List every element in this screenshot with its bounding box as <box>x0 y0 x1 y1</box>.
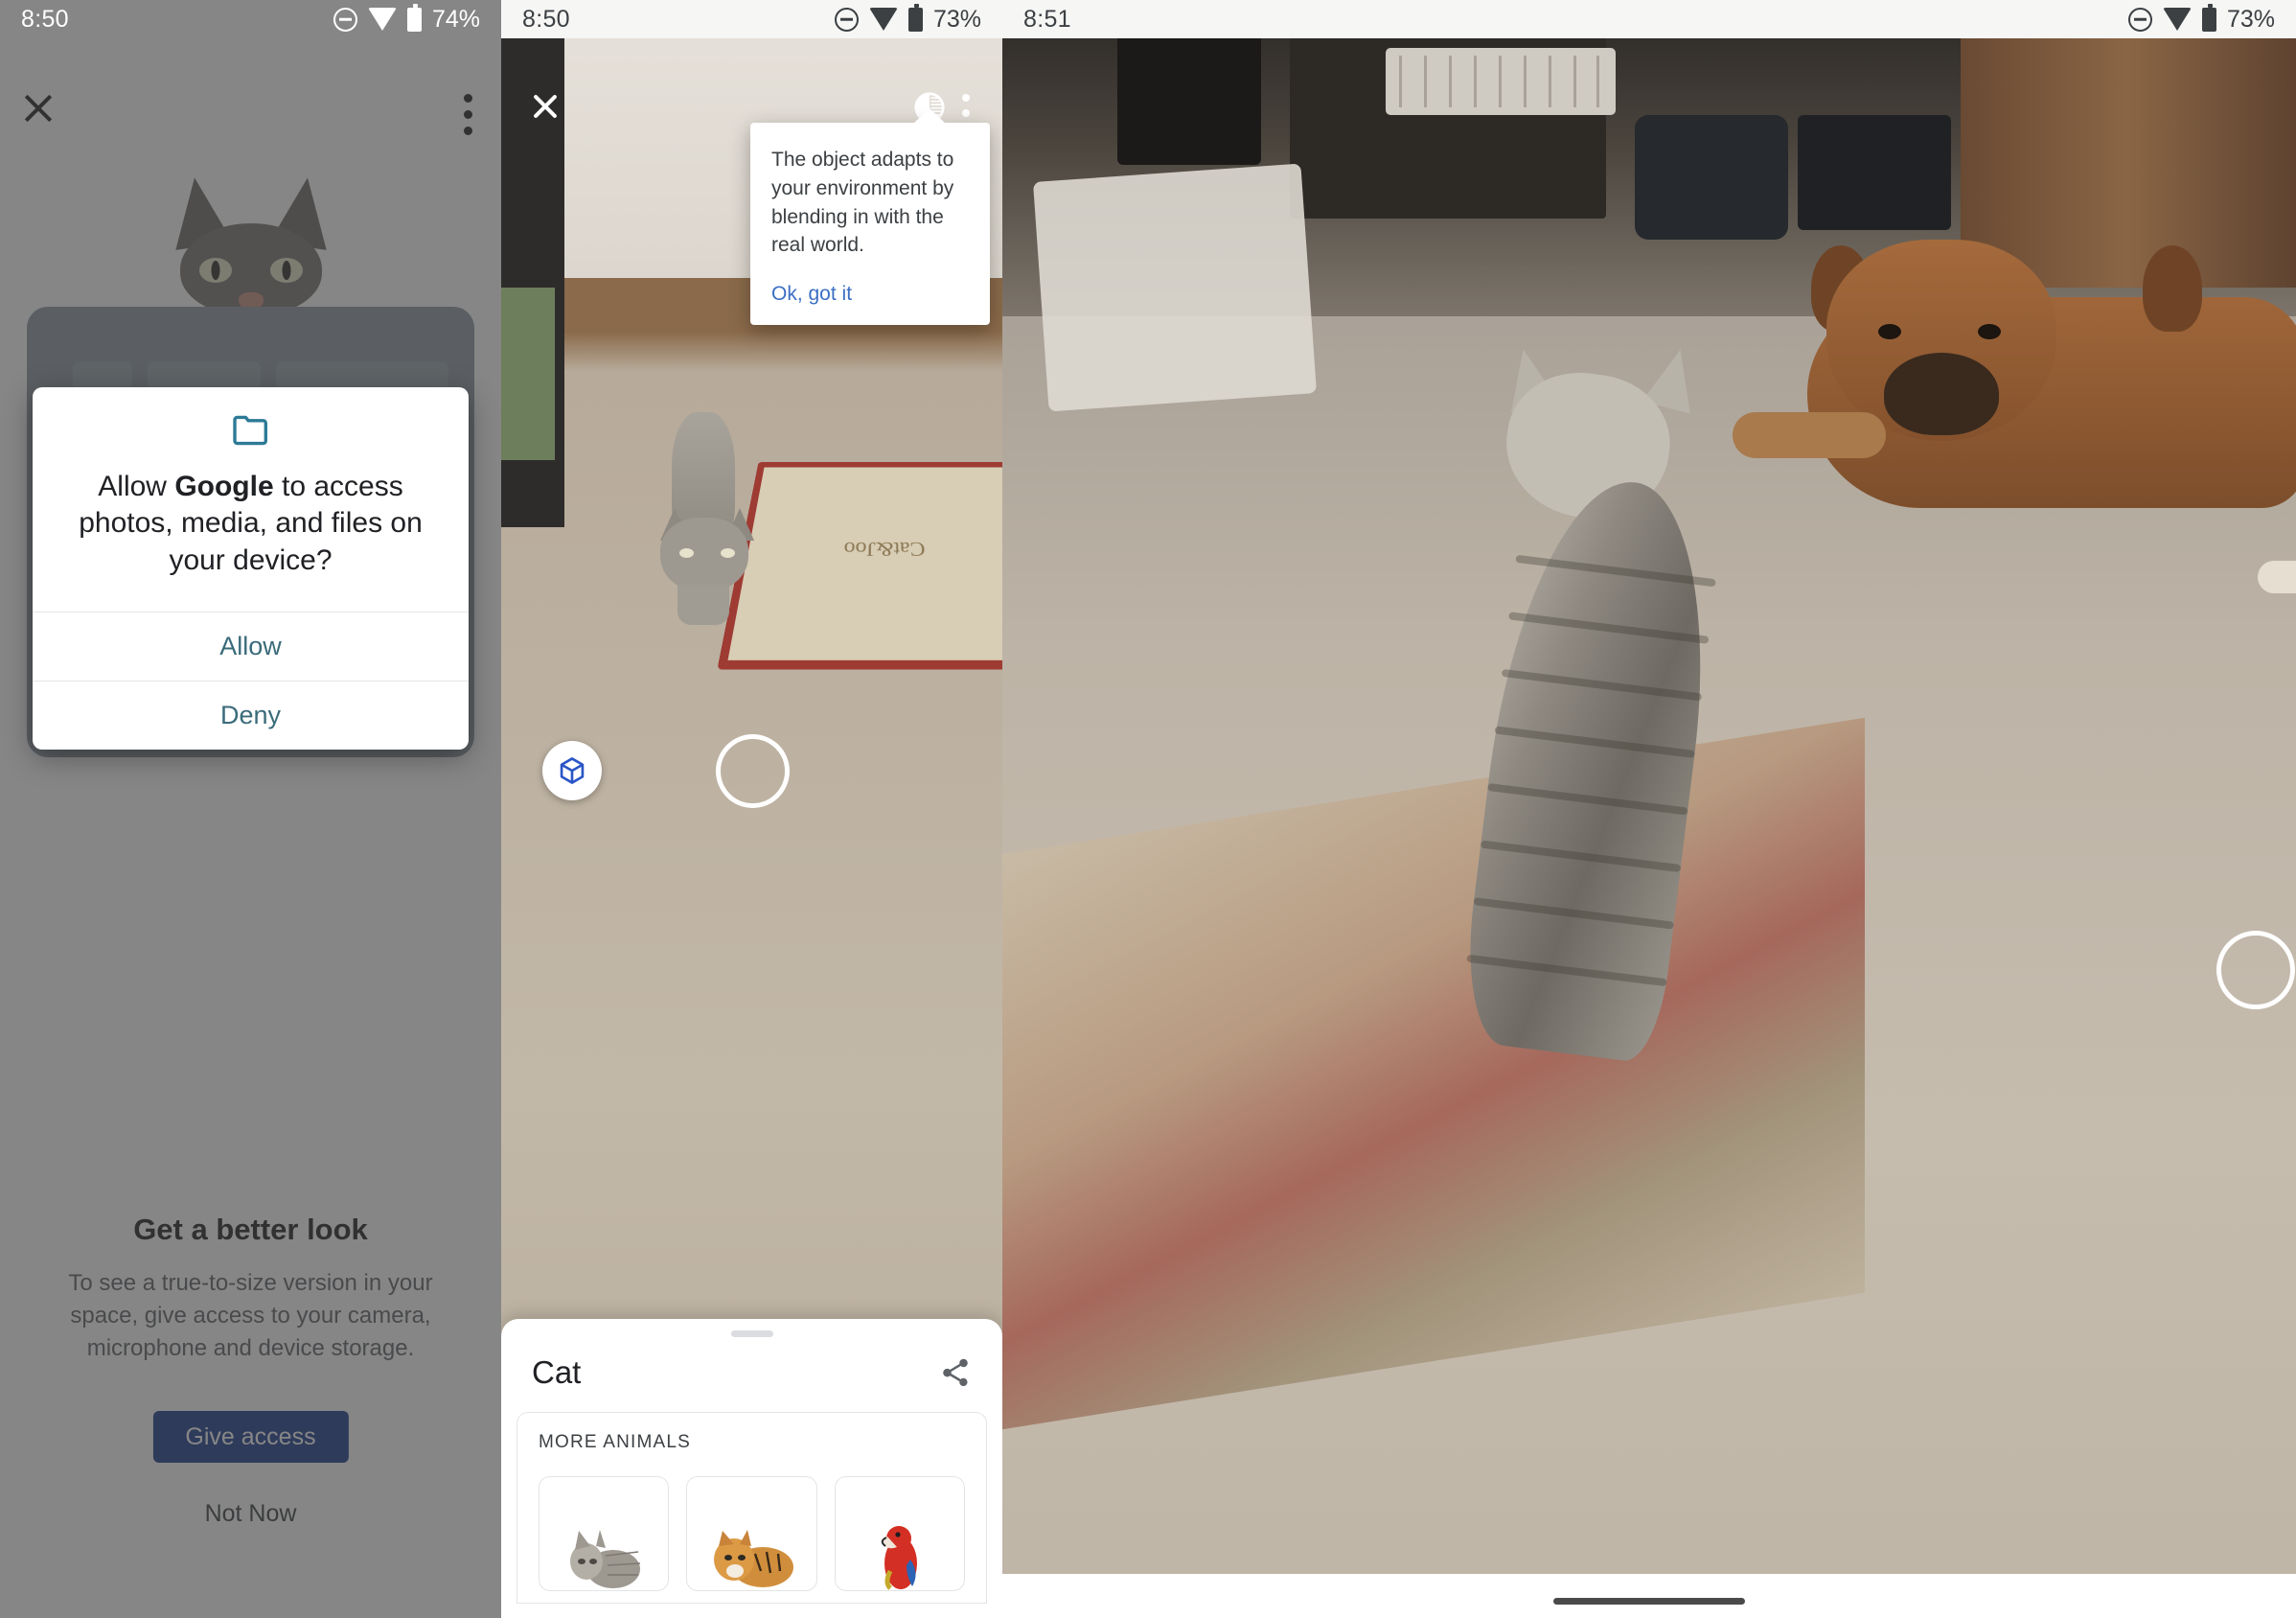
3d-cube-icon <box>560 757 585 784</box>
permission-dialog: Allow Google to access photos, media, an… <box>33 387 469 751</box>
vent-grille <box>1386 48 1616 115</box>
dog-eye-right <box>1978 324 2001 339</box>
wifi-icon <box>2162 8 2192 31</box>
close-icon[interactable] <box>530 91 561 122</box>
office-chair <box>1032 163 1318 412</box>
folder-icon <box>230 414 272 447</box>
panel2-toolbar <box>501 38 1002 132</box>
more-animals-card: MORE ANIMALS <box>517 1412 987 1604</box>
tooltip-arrow <box>913 108 946 124</box>
tiger-thumbnail[interactable] <box>686 1476 817 1591</box>
dialog-title: Allow Google to access photos, media, an… <box>33 451 469 612</box>
wifi-icon <box>367 8 397 31</box>
dog-eye-left <box>1878 324 1901 339</box>
home-indicator <box>1553 1598 1745 1605</box>
drag-handle[interactable] <box>730 1330 773 1337</box>
status-time: 8:50 <box>21 5 69 33</box>
ar-cat-eye-left <box>679 548 694 558</box>
shelf-item <box>501 288 555 460</box>
sheet-header: Cat <box>501 1337 1002 1391</box>
panel-ar-camera-cat: Cat&Joo Cat MORE ANIMALS 8:50 73% The ob… <box>501 0 1002 1618</box>
printer-box <box>1798 115 1951 230</box>
do-not-disturb-icon <box>2127 7 2152 32</box>
status-time: 8:51 <box>1023 5 1071 33</box>
panel-permission-prompt: Get a better look To see a true-to-size … <box>0 0 501 1618</box>
dialog-icon-row <box>33 387 469 451</box>
parrot-thumbnail[interactable] <box>834 1476 965 1591</box>
dog-ear-right <box>2143 245 2202 332</box>
cat-thumbnail[interactable] <box>539 1476 670 1591</box>
panel1-status-bar: 8:50 74% <box>0 0 501 38</box>
sheet-title: Cat <box>532 1354 582 1390</box>
dog-bone <box>2258 561 2296 593</box>
panel-ar-camera-dog: 8:51 73% <box>1002 0 2296 1618</box>
ar-cat-body <box>1457 469 1727 1065</box>
black-bag <box>1635 115 1788 240</box>
deny-button[interactable]: Deny <box>33 681 469 750</box>
real-dog <box>1711 240 2296 556</box>
allow-button[interactable]: Allow <box>33 612 469 681</box>
battery-percent: 74% <box>431 5 480 33</box>
ar-cat-legs <box>677 585 729 625</box>
tooltip-text: The object adapts to your environment by… <box>771 149 954 257</box>
share-icon[interactable] <box>939 1356 972 1389</box>
tooltip-dismiss-button[interactable]: Ok, got it <box>771 283 969 306</box>
screenshot-triptych: Get a better look To see a true-to-size … <box>0 0 2296 1618</box>
wifi-icon <box>868 8 898 31</box>
status-icons: 73% <box>834 3 981 34</box>
status-time: 8:50 <box>522 5 570 33</box>
battery-percent: 73% <box>2226 5 2275 33</box>
panel3-status-bar: 8:51 73% <box>1002 0 2296 38</box>
rug-text: Cat&Joo <box>842 537 927 560</box>
dialog-title-prefix: Allow <box>98 471 175 502</box>
animal-chip-list <box>539 1476 965 1591</box>
dog-snout <box>1884 353 1999 435</box>
ar-cat-head <box>660 518 748 592</box>
camera-viewfinder <box>1002 0 2296 1618</box>
ar-cat-model[interactable] <box>1424 343 1769 1074</box>
do-not-disturb-icon <box>333 7 357 32</box>
ar-cat-eye-right <box>721 548 735 558</box>
panel2-status-bar: 8:50 73% <box>501 0 1002 38</box>
info-bottom-sheet: Cat MORE ANIMALS <box>501 1319 1002 1618</box>
ar-cat-model[interactable] <box>654 412 760 625</box>
modal-scrim <box>0 0 501 1618</box>
do-not-disturb-icon <box>834 7 859 32</box>
status-icons: 73% <box>2127 3 2275 34</box>
battery-icon <box>2201 3 2216 32</box>
ar-mode-button[interactable] <box>542 741 602 800</box>
shutter-button[interactable] <box>2216 931 2295 1009</box>
battery-icon <box>406 3 422 32</box>
status-icons: 74% <box>333 3 480 34</box>
section-label: MORE ANIMALS <box>539 1432 692 1452</box>
ar-tooltip: The object adapts to your environment by… <box>750 108 990 326</box>
dialog-title-app: Google <box>174 471 274 502</box>
floor-rug: Cat&Joo <box>717 462 1002 670</box>
navigation-bar <box>1002 1574 2296 1618</box>
dog-head <box>1826 240 2056 441</box>
battery-percent: 73% <box>932 5 981 33</box>
shutter-button[interactable] <box>716 734 790 808</box>
battery-icon <box>907 3 923 32</box>
